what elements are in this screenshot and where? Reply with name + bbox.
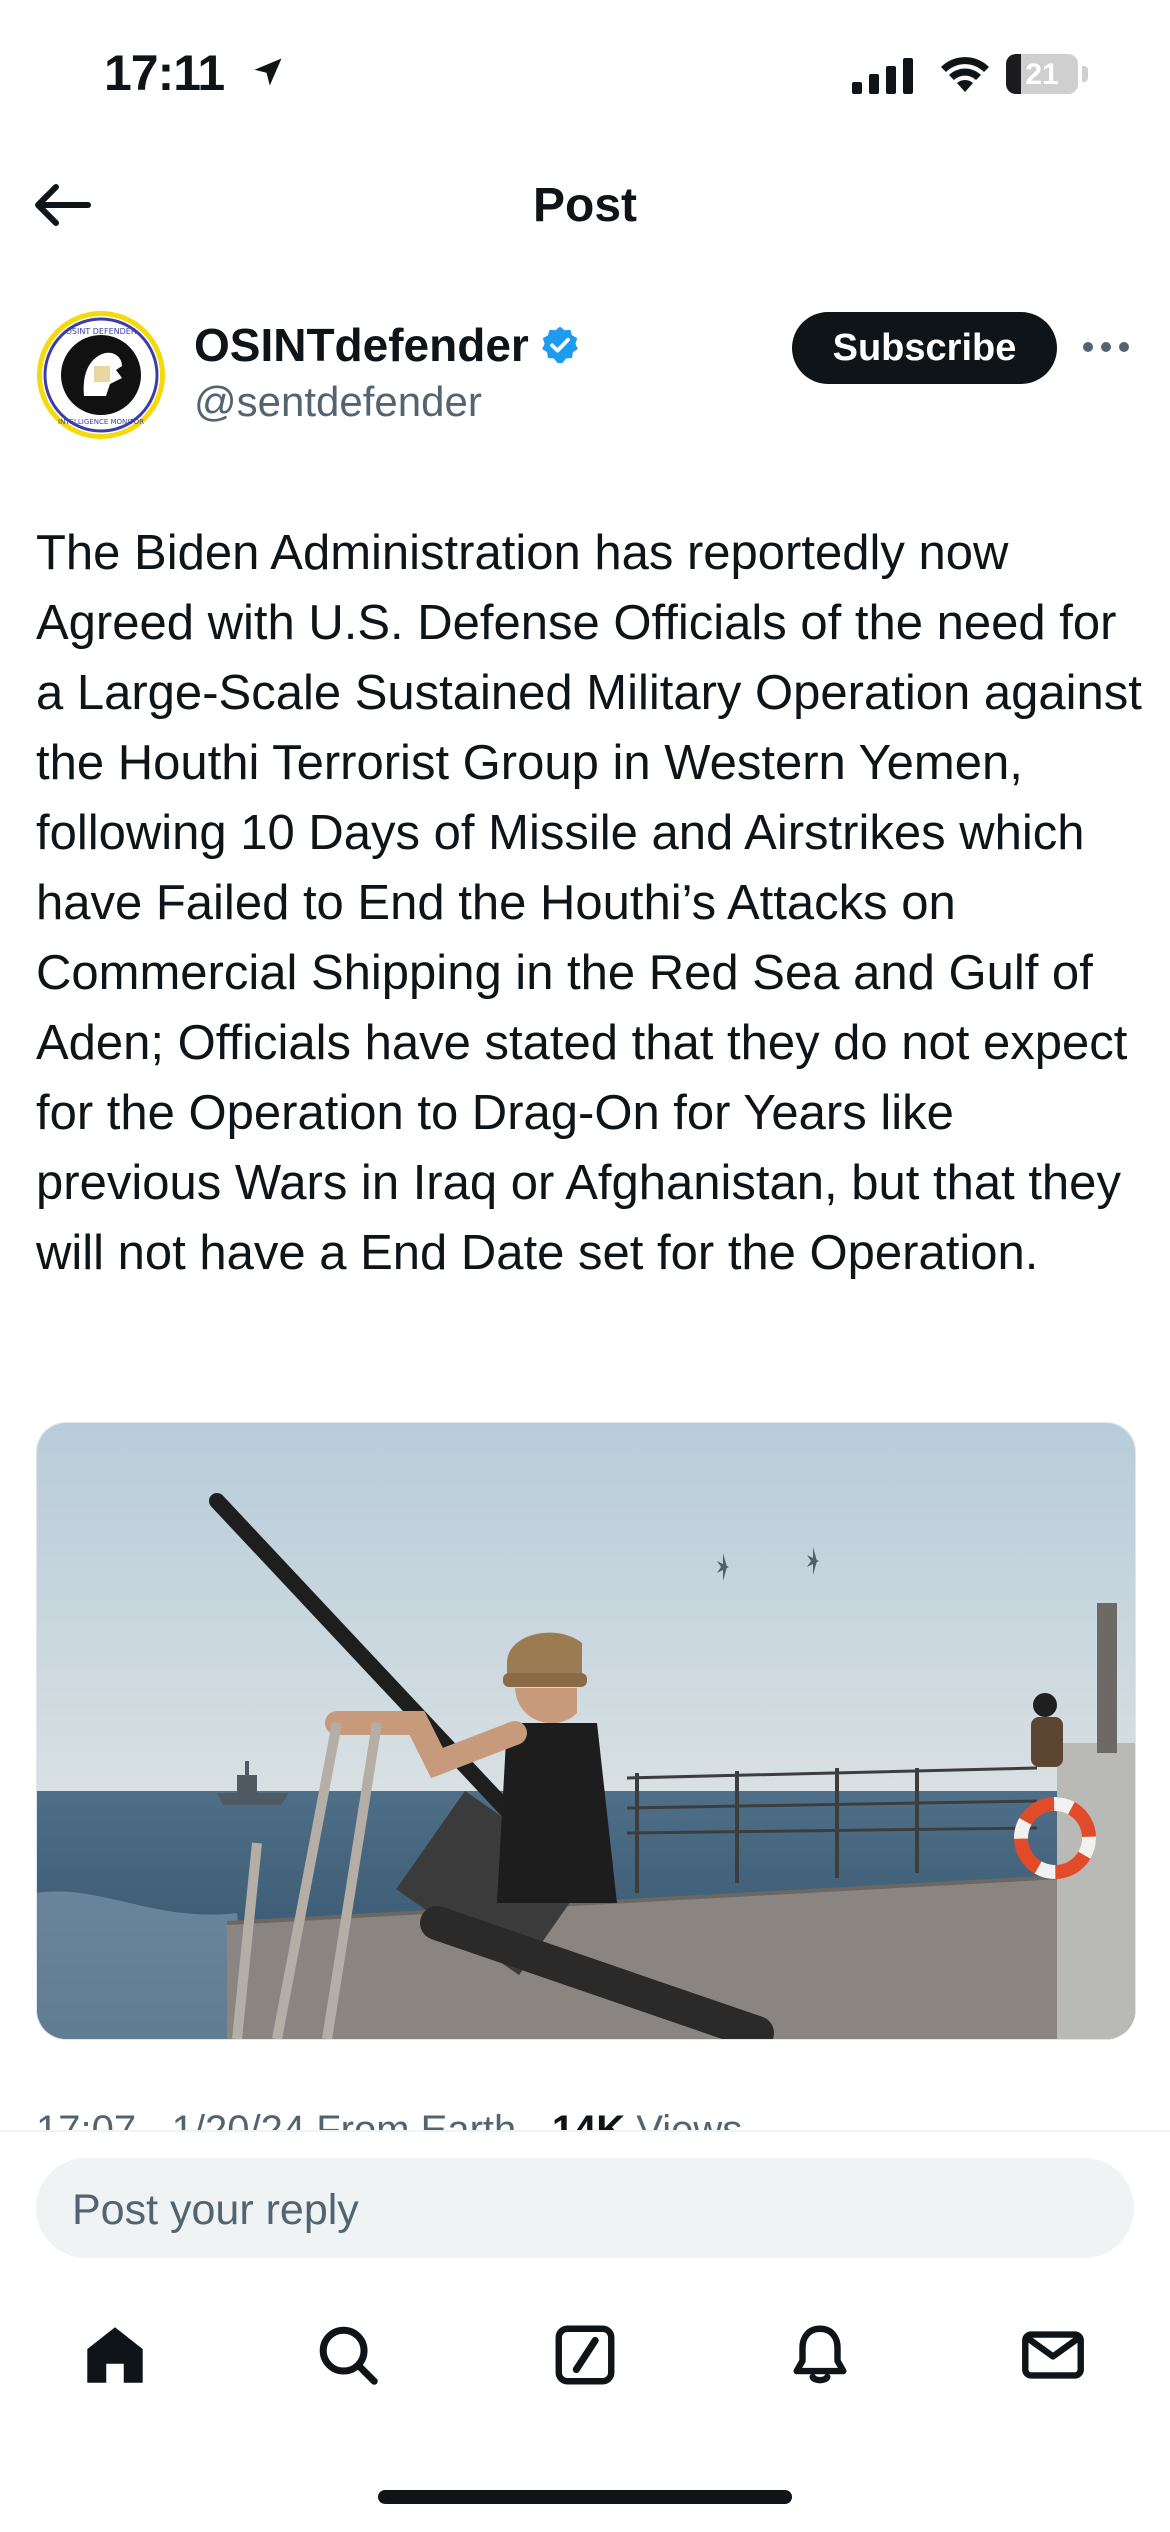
more-dot	[1083, 342, 1093, 352]
status-bar: 17:11 21	[0, 0, 1170, 150]
compose-icon[interactable]	[540, 2310, 630, 2400]
author-name[interactable]: OSINTdefender	[194, 318, 529, 372]
notifications-icon[interactable]	[775, 2310, 865, 2400]
views-count: 14K	[551, 2108, 626, 2132]
cellular-signal-icon	[852, 58, 913, 94]
avatar[interactable]: OSINT DEFENDER INTELLIGENCE MONITOR	[36, 310, 166, 440]
post-image[interactable]	[36, 1422, 1136, 2040]
divider	[0, 2130, 1170, 2132]
location-arrow-icon	[254, 58, 282, 86]
tab-bar	[0, 2290, 1170, 2420]
home-indicator[interactable]	[378, 2490, 792, 2504]
battery-cap	[1082, 66, 1088, 82]
top-header: Post	[0, 160, 1170, 250]
reply-placeholder: Post your reply	[72, 2186, 359, 2234]
verified-badge-icon	[541, 326, 578, 364]
wifi-icon	[941, 57, 989, 92]
home-icon[interactable]	[70, 2310, 160, 2400]
battery-percentage: 21	[1025, 58, 1059, 91]
views-label: Views	[625, 2108, 743, 2132]
svg-text:OSINT DEFENDER: OSINT DEFENDER	[66, 327, 137, 336]
post-timestamp: 17:07 · 1/20/24 From Earth ·	[36, 2108, 552, 2132]
post-text: The Biden Administration has reportedly …	[36, 526, 1142, 1280]
search-icon[interactable]	[303, 2310, 393, 2400]
reply-input[interactable]: Post your reply	[36, 2158, 1134, 2258]
more-dot	[1101, 342, 1111, 352]
avatar-caption: INTELLIGENCE MONITOR	[58, 418, 144, 426]
post-meta: 17:07 · 1/20/24 From Earth · 14K Views	[36, 2108, 742, 2132]
messages-icon[interactable]	[1008, 2310, 1098, 2400]
more-horizontal-icon[interactable]	[1083, 342, 1129, 352]
author-name-row[interactable]: OSINTdefender	[194, 318, 581, 372]
status-time: 17:11	[104, 45, 225, 101]
author-handle[interactable]: @sentdefender	[194, 378, 482, 426]
more-dot	[1119, 342, 1129, 352]
page-title: Post	[532, 179, 637, 232]
subscribe-button[interactable]: Subscribe	[792, 312, 1057, 384]
battery-indicator: 21	[1006, 54, 1078, 94]
